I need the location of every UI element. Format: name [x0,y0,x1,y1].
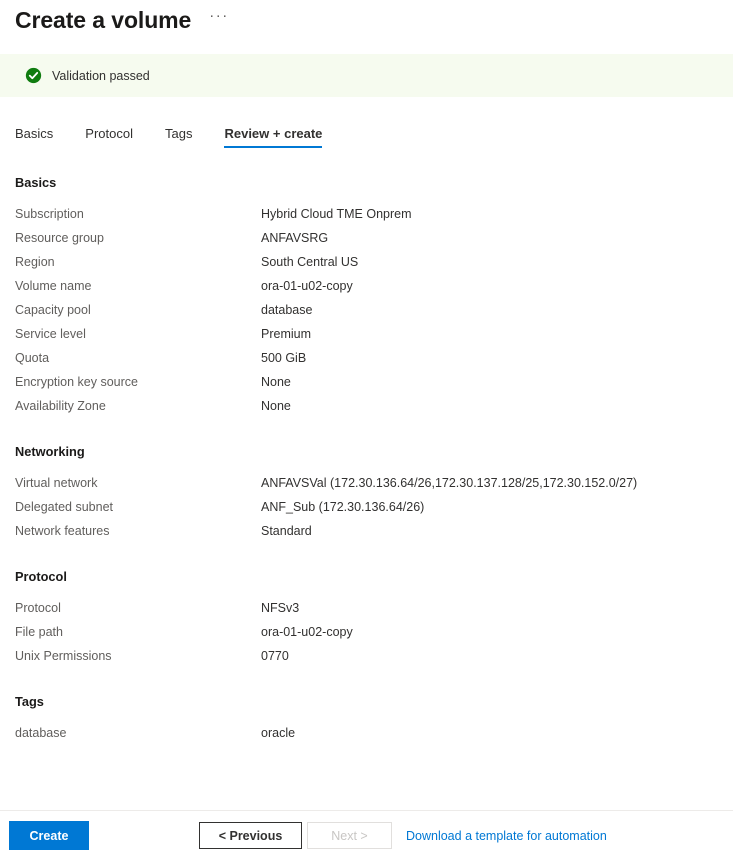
section-protocol: Protocol Protocol NFSv3 File path ora-01… [15,569,733,668]
download-template-link[interactable]: Download a template for automation [406,829,607,843]
summary-row: Network features Standard [15,519,733,543]
row-value: Premium [261,327,312,341]
summary-row: Subscription Hybrid Cloud TME Onprem [15,202,733,226]
page-title: Create a volume [15,7,192,33]
page-header: Create a volume ··· [0,0,733,34]
summary-row: Resource group ANFAVSRG [15,226,733,250]
row-label: database [15,726,67,740]
summary-row: File path ora-01-u02-copy [15,620,733,644]
row-value: Standard [261,524,312,538]
summary-row: Virtual network ANFAVSVal (172.30.136.64… [15,471,733,495]
validation-message: Validation passed [52,68,150,83]
row-value: Hybrid Cloud TME Onprem [261,207,412,221]
section-title-tags: Tags [15,694,44,709]
wizard-tabs: Basics Protocol Tags Review + create [0,118,733,148]
row-value: 500 GiB [261,351,307,365]
summary-row: Capacity pool database [15,298,733,322]
check-circle-icon [25,67,42,84]
row-value: ora-01-u02-copy [261,279,353,293]
row-value: ora-01-u02-copy [261,625,353,639]
section-tags: Tags database oracle [15,694,733,745]
row-label: Network features [15,524,110,538]
tab-protocol[interactable]: Protocol [85,126,133,148]
tab-tags[interactable]: Tags [165,126,192,148]
row-label: Encryption key source [15,375,138,389]
row-label: Delegated subnet [15,500,113,514]
row-label: Service level [15,327,86,341]
tab-basics[interactable]: Basics [15,126,53,148]
section-title-protocol: Protocol [15,569,67,584]
section-networking: Networking Virtual network ANFAVSVal (17… [15,444,733,543]
row-label: Quota [15,351,50,365]
summary-row: Service level Premium [15,322,733,346]
row-value: ANF_Sub (172.30.136.64/26) [261,500,425,514]
row-label: Virtual network [15,476,98,490]
row-value: ANFAVSVal (172.30.136.64/26,172.30.137.1… [261,476,638,490]
section-title-networking: Networking [15,444,85,459]
review-summary: Basics Subscription Hybrid Cloud TME Onp… [0,148,733,745]
row-label: Subscription [15,207,84,221]
row-label: Resource group [15,231,104,245]
row-value: oracle [261,726,296,740]
row-label: Protocol [15,601,61,615]
previous-button[interactable]: < Previous [199,822,302,849]
summary-row: Region South Central US [15,250,733,274]
section-title-basics: Basics [15,175,57,190]
summary-row: Availability Zone None [15,394,733,418]
next-button: Next > [307,822,392,849]
summary-row: Encryption key source None [15,370,733,394]
summary-row: Delegated subnet ANF_Sub (172.30.136.64/… [15,495,733,519]
row-label: Availability Zone [15,399,106,413]
row-value: database [261,303,313,317]
footer-action-bar: Create < Previous Next > Download a temp… [0,810,733,860]
row-value: South Central US [261,255,359,269]
row-label: File path [15,625,63,639]
row-label: Region [15,255,55,269]
row-value: None [261,375,291,389]
create-button[interactable]: Create [9,821,89,850]
more-options-icon[interactable]: ··· [209,8,229,30]
row-value: NFSv3 [261,601,300,615]
summary-row: Volume name ora-01-u02-copy [15,274,733,298]
section-basics: Basics Subscription Hybrid Cloud TME Onp… [15,175,733,418]
row-value: ANFAVSRG [261,231,329,245]
summary-row: Protocol NFSv3 [15,596,733,620]
row-label: Volume name [15,279,92,293]
row-value: None [261,399,291,413]
tab-review-create[interactable]: Review + create [224,126,322,148]
summary-row: database oracle [15,721,733,745]
row-label: Unix Permissions [15,649,112,663]
validation-banner: Validation passed [0,54,733,97]
row-label: Capacity pool [15,303,91,317]
row-value: 0770 [261,649,289,663]
summary-row: Quota 500 GiB [15,346,733,370]
summary-row: Unix Permissions 0770 [15,644,733,668]
